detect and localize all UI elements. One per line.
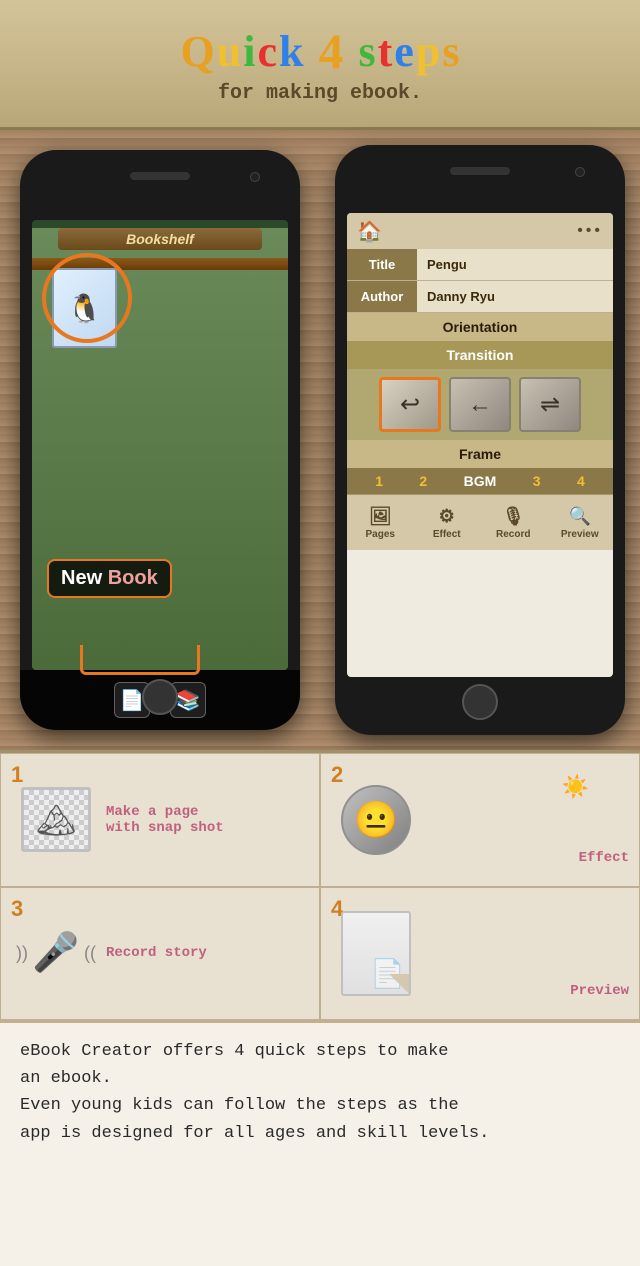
title-space2 xyxy=(346,26,357,77)
rp-orientation-header[interactable]: Orientation xyxy=(347,313,613,341)
rp-bgm-row: 1 2 BGM 3 4 xyxy=(347,468,613,494)
rp-title-value: Pengu xyxy=(417,257,467,272)
mic-icon: 🎤 xyxy=(32,931,79,975)
top-banner: Q u i c k 4 s t e p s for making ebook. xyxy=(0,0,640,130)
rp-transition-icons: ↩ ← ⇌ xyxy=(347,369,613,440)
step-2-cell: 2 😐 ☀️ Effect xyxy=(320,753,640,887)
rp-home-icon[interactable]: 🏠 xyxy=(357,219,382,244)
phone-right-speaker xyxy=(450,167,510,175)
step-2-num: 2 xyxy=(331,762,343,788)
title-4: 4 xyxy=(319,22,344,80)
preview-icon: 🔍 xyxy=(569,506,591,527)
title-space xyxy=(306,26,317,77)
flip-page-symbol: 📄 xyxy=(370,957,405,990)
main-area: Bookshelf 🐧 New Book 📄 📚 xyxy=(0,130,640,1136)
bgm-num-3: 3 xyxy=(533,473,541,489)
phone-right-home-button[interactable] xyxy=(462,684,498,720)
transition-flip[interactable]: ⇌ xyxy=(519,377,581,432)
title-c: c xyxy=(258,26,278,77)
rp-bottom-tabs: 🖼 Pages ⚙ Effect 🎙 Record 🔍 Preview xyxy=(347,494,613,550)
subtitle: for making ebook. xyxy=(218,82,422,105)
mountain-icon: 🏔 xyxy=(36,801,77,839)
new-book-badge: New Book xyxy=(47,559,172,598)
title-p: p xyxy=(416,26,440,77)
desc-line-1: eBook Creator offers 4 quick steps to ma… xyxy=(20,1038,620,1065)
step-3-cell: 3 )) 🎤 )) Record story xyxy=(0,887,320,1021)
step-1-icon-area: 🏔 xyxy=(16,780,96,860)
step-3-label: Record story xyxy=(96,945,207,961)
title-i: i xyxy=(243,26,255,77)
step-2-icon-area: 😐 xyxy=(336,780,416,860)
record-icon: 🎙 xyxy=(502,506,525,527)
step-4-icon-area: 📄 xyxy=(336,913,416,993)
step-4-label: Preview xyxy=(570,983,629,999)
step-1-num: 1 xyxy=(11,762,23,788)
tab-record[interactable]: 🎙 Record xyxy=(480,495,547,550)
step-3-icon-area: )) 🎤 )) xyxy=(16,913,96,993)
rp-author-field[interactable]: Author Danny Ryu xyxy=(347,281,613,313)
steps-section: 1 🏔 Make a page with snap shot 2 😐 ☀️ Ef… xyxy=(0,750,640,1020)
tab-record-label: Record xyxy=(496,529,530,540)
phone-right-screen: 🏠 ••• Title Pengu Author Danny Ryu Orien… xyxy=(347,213,613,677)
bgm-num-1: 1 xyxy=(375,473,383,489)
phone-left-camera xyxy=(250,172,260,182)
tab-pages[interactable]: 🖼 Pages xyxy=(347,495,414,550)
bgm-num-2: 2 xyxy=(419,473,427,489)
rp-author-label: Author xyxy=(347,281,417,312)
title-ss: s xyxy=(442,26,459,77)
title-u: u xyxy=(217,26,241,77)
rp-title-label: Title xyxy=(347,249,417,280)
bgm-label: BGM xyxy=(464,473,497,489)
orange-highlight-circle xyxy=(42,253,132,343)
orange-bracket xyxy=(80,645,200,675)
tab-preview-label: Preview xyxy=(561,529,599,540)
desc-line-4: app is designed for all ages and skill l… xyxy=(20,1120,620,1147)
mic-wave-right: )) xyxy=(84,943,96,964)
tab-pages-label: Pages xyxy=(366,529,395,540)
desc-line-2: an ebook. xyxy=(20,1065,620,1092)
rp-dots-menu[interactable]: ••• xyxy=(577,222,603,240)
phone-left-speaker xyxy=(130,172,190,180)
mic-wave-left: )) xyxy=(16,943,28,964)
phone-left: Bookshelf 🐧 New Book 📄 📚 xyxy=(20,150,300,730)
tab-preview[interactable]: 🔍 Preview xyxy=(547,495,614,550)
bookshelf-label: Bookshelf xyxy=(58,228,263,250)
title-t: t xyxy=(378,26,393,77)
title-e: e xyxy=(394,26,414,77)
transition-curl[interactable]: ↩ xyxy=(379,377,441,432)
title-s: s xyxy=(359,26,376,77)
step-2-label: Effect xyxy=(579,850,629,866)
book-flip-icon: 📄 xyxy=(341,911,411,996)
step-4-cell: 4 📄 Preview xyxy=(320,887,640,1021)
transition-slide[interactable]: ← xyxy=(449,377,511,432)
rp-title-field[interactable]: Title Pengu xyxy=(347,249,613,281)
rp-frame-row[interactable]: Frame xyxy=(347,440,613,468)
face-icon: 😐 xyxy=(341,785,411,855)
main-title: Q u i c k 4 s t e p s xyxy=(181,22,460,80)
pages-icon: 🖼 xyxy=(369,506,392,527)
tab-effect[interactable]: ⚙ Effect xyxy=(414,495,481,550)
description-section: eBook Creator offers 4 quick steps to ma… xyxy=(0,1020,640,1266)
phone-right-camera xyxy=(575,167,585,177)
tab-effect-label: Effect xyxy=(433,529,461,540)
step-1-label: Make a page with snap shot xyxy=(96,804,224,836)
bgm-num-4: 4 xyxy=(577,473,585,489)
phone-left-screen: Bookshelf 🐧 New Book xyxy=(32,220,288,670)
page-image-icon: 🏔 xyxy=(21,787,91,852)
rp-top-bar: 🏠 ••• xyxy=(347,213,613,249)
rp-author-value: Danny Ryu xyxy=(417,289,495,304)
new-word: New xyxy=(61,567,102,589)
sun-icon: ☀️ xyxy=(562,774,589,800)
title-q: Q xyxy=(181,26,215,77)
phone-right: 🏠 ••• Title Pengu Author Danny Ryu Orien… xyxy=(335,145,625,735)
phone-left-home-button[interactable] xyxy=(142,679,178,715)
step-1-cell: 1 🏔 Make a page with snap shot xyxy=(0,753,320,887)
bookshelf: Bookshelf 🐧 New Book xyxy=(32,228,288,670)
book-word-text: Book xyxy=(108,567,158,589)
rp-transition-header[interactable]: Transition xyxy=(347,341,613,369)
effect-icon: ⚙ xyxy=(439,506,455,527)
desc-line-3: Even young kids can follow the steps as … xyxy=(20,1092,620,1119)
title-k: k xyxy=(279,26,303,77)
